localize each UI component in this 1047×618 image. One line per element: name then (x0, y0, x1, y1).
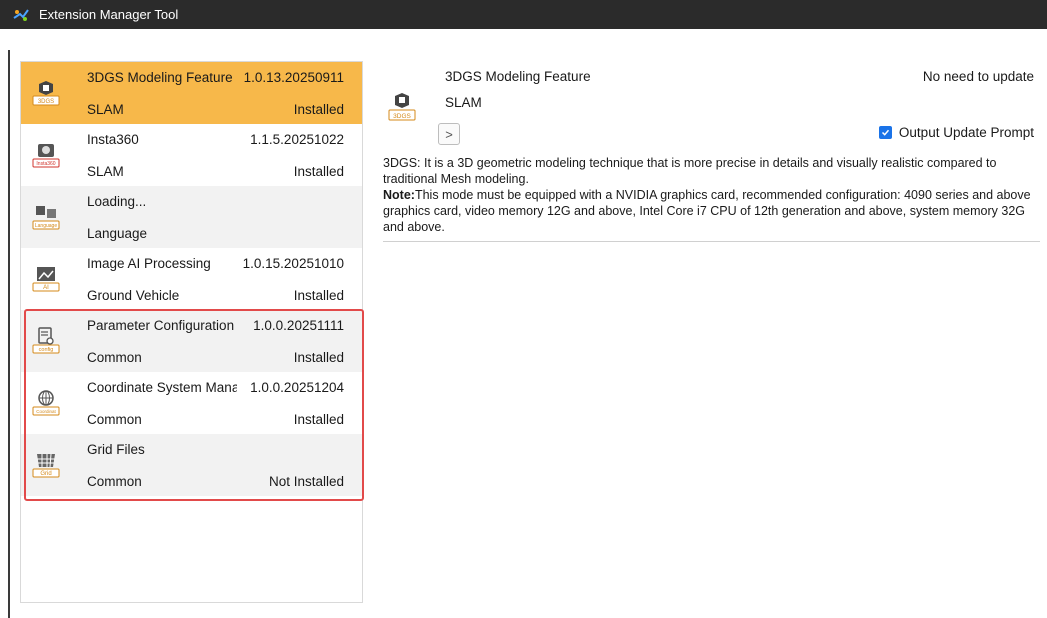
extension-name: Parameter Configuration (87, 318, 235, 333)
svg-text:Insta360: Insta360 (36, 161, 55, 167)
extension-version: 1.0.13.20250911 (243, 70, 344, 85)
detail-divider (383, 241, 1040, 242)
extension-category: Common (87, 350, 142, 365)
update-status-text: No need to update (922, 69, 1034, 84)
window-title: Extension Manager Tool (39, 7, 179, 22)
extension-status: Installed (293, 412, 344, 427)
extension-name: Image AI Processing (87, 256, 211, 271)
extension-description: 3DGS: It is a 3D geometric modeling tech… (383, 155, 1040, 235)
extension-name: Insta360 (87, 132, 139, 147)
extension-status: Not Installed (268, 474, 344, 489)
extension-version: 1.0.0.20251204 (250, 380, 344, 395)
extension-item-3dgs[interactable]: 3DGS 3DGS Modeling Feature 1.0.13.202509… (21, 62, 362, 124)
svg-text:config: config (39, 347, 54, 353)
config-icon: config (32, 327, 60, 354)
extension-item-insta360[interactable]: Insta360 Insta360 1.1.5.20251022 SLAM In… (21, 124, 362, 186)
extension-category: Ground Vehicle (87, 288, 180, 303)
checkmark-icon (881, 129, 889, 136)
extension-item-coordinate-system[interactable]: Coordinat Coordinate System Manag 1.0.0.… (21, 372, 362, 434)
extension-status: Installed (293, 350, 344, 365)
coordinate-icon: Coordinat (32, 390, 60, 416)
ai-image-icon: AI (32, 267, 60, 292)
svg-text:Language: Language (35, 223, 57, 229)
extension-category: SLAM (87, 164, 124, 179)
svg-text:3DGS: 3DGS (38, 99, 54, 105)
extension-item-image-ai[interactable]: AI Image AI Processing 1.0.15.20251010 G… (21, 248, 362, 310)
description-text: 3DGS: It is a 3D geometric modeling tech… (383, 156, 997, 186)
extension-item-language[interactable]: Language Loading... Language (21, 186, 362, 248)
note-label: Note: (383, 188, 415, 202)
extension-category: Common (87, 474, 142, 489)
extension-list[interactable]: 3DGS 3DGS Modeling Feature 1.0.13.202509… (20, 61, 363, 603)
extension-status: Installed (293, 164, 344, 179)
extension-name: 3DGS Modeling Feature (87, 70, 233, 85)
extension-version: 1.0.0.20251111 (253, 318, 344, 333)
detail-extension-category: SLAM (445, 95, 482, 110)
extension-status: Installed (293, 102, 344, 117)
extension-name: Coordinate System Manag (87, 380, 237, 395)
window-edge (8, 50, 10, 618)
grid-icon: Grid (32, 453, 60, 478)
extension-item-parameter-configuration[interactable]: config Parameter Configuration 1.0.0.202… (21, 310, 362, 372)
extension-category: SLAM (87, 102, 124, 117)
output-update-prompt-checkbox[interactable] (878, 126, 892, 139)
output-update-prompt-option[interactable]: Output Update Prompt (878, 125, 1034, 140)
extension-category: Language (87, 226, 148, 241)
extension-item-grid-files[interactable]: Grid Grid Files Common Not Installed (21, 434, 362, 496)
3dgs-icon: 3DGS (388, 93, 416, 121)
extension-version: 1.0.15.20251010 (242, 256, 344, 271)
chevron-right-icon: > (445, 126, 453, 142)
extension-version: 1.1.5.20251022 (250, 132, 344, 147)
language-icon: Language (32, 206, 60, 230)
expand-button[interactable]: > (438, 123, 460, 145)
output-update-prompt-label: Output Update Prompt (898, 125, 1034, 140)
svg-text:Coordinat: Coordinat (36, 409, 56, 414)
extension-name: Loading... (87, 194, 147, 209)
title-bar: Extension Manager Tool (0, 0, 1047, 29)
extension-category: Common (87, 412, 142, 427)
insta360-icon: Insta360 (32, 144, 60, 168)
note-text: This mode must be equipped with a NVIDIA… (383, 188, 1031, 234)
svg-text:3DGS: 3DGS (393, 113, 411, 120)
extension-name: Grid Files (87, 442, 145, 457)
detail-extension-name: 3DGS Modeling Feature (445, 69, 591, 84)
svg-text:AI: AI (43, 285, 49, 291)
svg-text:Grid: Grid (40, 471, 51, 477)
extension-status: Installed (293, 288, 344, 303)
extension-detail-panel: 3DGS 3DGS Modeling Feature SLAM No need … (383, 61, 1040, 242)
note-paragraph: Note:This mode must be equipped with a N… (383, 187, 1040, 235)
app-logo-icon (13, 8, 29, 21)
3dgs-icon: 3DGS (32, 81, 60, 106)
